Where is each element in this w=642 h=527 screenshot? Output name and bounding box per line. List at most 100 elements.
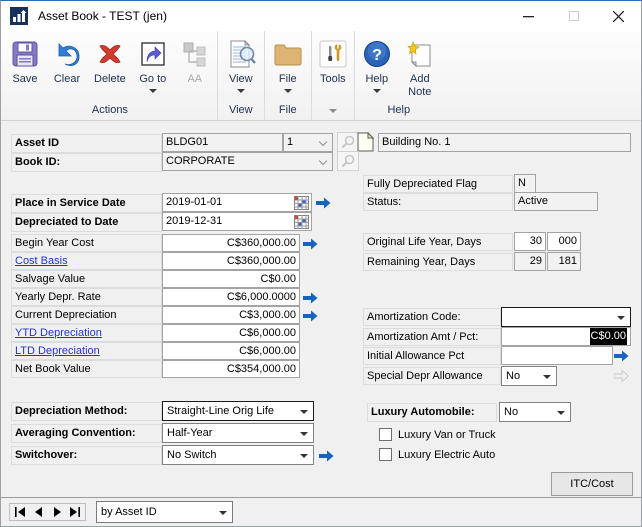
current-depreciation-field[interactable]: C$3,000.00 bbox=[162, 306, 300, 324]
lookup-icon bbox=[341, 135, 355, 149]
original-life-days-field[interactable]: 000 bbox=[547, 232, 581, 251]
depreciation-method-label: Depreciation Method: bbox=[11, 402, 162, 421]
toolbar-group-tools: Tools bbox=[312, 31, 355, 120]
maximize-button bbox=[551, 1, 596, 31]
salvage-value-field[interactable]: C$0.00 bbox=[162, 270, 300, 288]
depreciation-method-dropdown[interactable]: Straight-Line Orig Life bbox=[162, 401, 314, 421]
goto-button[interactable]: Go to bbox=[132, 34, 174, 93]
next-record-button[interactable] bbox=[49, 505, 64, 519]
previous-record-icon bbox=[35, 507, 43, 517]
net-book-value-label: Net Book Value bbox=[11, 360, 162, 378]
calendar-icon[interactable] bbox=[294, 196, 309, 212]
book-id-field[interactable]: CORPORATE bbox=[162, 152, 333, 171]
yearly-depr-rate-expansion-button[interactable] bbox=[301, 288, 320, 307]
close-button[interactable] bbox=[596, 1, 641, 31]
averaging-convention-value: Half-Year bbox=[167, 427, 212, 439]
selected-text: C$0.00 bbox=[590, 328, 627, 345]
calendar-icon[interactable] bbox=[294, 215, 309, 231]
special-depr-expansion-button-disabled bbox=[612, 366, 631, 385]
asset-description-field[interactable]: Building No. 1 bbox=[378, 133, 631, 152]
fully-depreciated-flag-field: N bbox=[514, 174, 536, 193]
begin-year-cost-expansion-button[interactable] bbox=[301, 234, 320, 253]
group-caption-help: Help bbox=[356, 103, 442, 120]
asset-id-field[interactable]: BLDG01 bbox=[162, 133, 283, 152]
org-chart-icon bbox=[180, 36, 210, 72]
dropdown-arrow-icon bbox=[300, 432, 308, 436]
title-bar: Asset Book - TEST (jen) bbox=[1, 1, 641, 31]
place-in-service-expansion-button[interactable] bbox=[314, 193, 333, 212]
fully-depreciated-flag-label: Fully Depreciated Flag bbox=[363, 175, 513, 193]
toolbar-group-help: ? Help Add Note bbox=[355, 31, 443, 120]
view-button[interactable]: View bbox=[219, 34, 263, 93]
book-id-lookup-button bbox=[337, 151, 359, 171]
file-button[interactable]: File bbox=[266, 34, 310, 93]
toolbar-group-actions: Save Clear Delete bbox=[3, 31, 218, 120]
previous-record-button[interactable] bbox=[31, 505, 46, 519]
dropdown-arrow-icon bbox=[219, 511, 227, 515]
averaging-convention-dropdown[interactable]: Half-Year bbox=[162, 423, 314, 443]
luxury-electric-auto-checkbox[interactable] bbox=[379, 448, 392, 461]
net-book-value-field[interactable]: C$354,000.00 bbox=[162, 360, 300, 378]
add-note-button[interactable]: Add Note bbox=[398, 34, 442, 99]
delete-button[interactable]: Delete bbox=[88, 34, 132, 86]
luxury-van-or-truck-checkbox[interactable] bbox=[379, 428, 392, 441]
cost-basis-field[interactable]: C$360,000.00 bbox=[162, 252, 300, 270]
cost-basis-link[interactable]: Cost Basis bbox=[15, 255, 68, 267]
status-field: Active bbox=[514, 192, 598, 211]
place-in-service-field[interactable]: 2019-01-01 bbox=[162, 193, 312, 212]
dropdown-arrow-icon bbox=[557, 411, 565, 415]
sort-by-dropdown[interactable]: by Asset ID bbox=[96, 501, 233, 523]
asset-id-label: Asset ID bbox=[11, 134, 162, 153]
save-button[interactable]: Save bbox=[4, 34, 46, 86]
switchover-value: No Switch bbox=[167, 449, 217, 461]
group-caption-tools[interactable] bbox=[313, 103, 353, 120]
luxury-automobile-dropdown[interactable]: No bbox=[499, 402, 571, 422]
initial-allowance-expansion-button[interactable] bbox=[612, 346, 631, 365]
initial-allowance-pct-field[interactable] bbox=[501, 346, 613, 365]
amortization-amt-field[interactable]: C$0.00 bbox=[501, 327, 631, 346]
asset-id-suffix-field[interactable]: 1 bbox=[283, 133, 333, 152]
initial-allowance-pct-label: Initial Allowance Pct bbox=[363, 347, 501, 365]
first-record-button[interactable] bbox=[13, 505, 28, 519]
tools-group-dropdown-icon bbox=[329, 109, 337, 113]
add-note-icon bbox=[405, 36, 435, 72]
luxury-van-or-truck-label: Luxury Van or Truck bbox=[398, 427, 496, 443]
switchover-label: Switchover: bbox=[11, 446, 162, 465]
view-icon bbox=[225, 36, 257, 72]
expansion-arrow-icon bbox=[614, 350, 629, 362]
switchover-expansion-button[interactable] bbox=[317, 446, 336, 465]
depreciated-to-field[interactable]: 2019-12-31 bbox=[162, 212, 312, 231]
help-button[interactable]: ? Help bbox=[356, 34, 398, 93]
original-life-years-field[interactable]: 30 bbox=[514, 232, 546, 251]
special-depr-allowance-dropdown[interactable]: No bbox=[501, 366, 557, 386]
amortization-amt-label: Amortization Amt / Pct: bbox=[363, 328, 501, 346]
record-navigation bbox=[9, 503, 86, 521]
switchover-dropdown[interactable]: No Switch bbox=[162, 445, 314, 465]
depreciation-method-value: Straight-Line Orig Life bbox=[167, 405, 274, 417]
depreciated-to-label: Depreciated to Date bbox=[11, 213, 162, 232]
tools-button[interactable]: Tools bbox=[313, 34, 353, 86]
help-dropdown-icon bbox=[373, 89, 381, 93]
place-in-service-label: Place in Service Date bbox=[11, 194, 162, 213]
tools-label: Tools bbox=[320, 73, 346, 86]
ytd-depreciation-link[interactable]: YTD Depreciation bbox=[15, 327, 102, 339]
begin-year-cost-field[interactable]: C$360,000.00 bbox=[162, 234, 300, 252]
help-label: Help bbox=[365, 73, 388, 86]
itc-cost-button[interactable]: ITC/Cost bbox=[551, 472, 633, 496]
current-depreciation-expansion-button[interactable] bbox=[301, 306, 320, 325]
amortization-code-dropdown[interactable] bbox=[501, 307, 631, 327]
yearly-depr-rate-field[interactable]: C$6,000.0000 bbox=[162, 288, 300, 306]
amortization-code-label: Amortization Code: bbox=[363, 308, 501, 326]
special-depr-allowance-label: Special Depr Allowance bbox=[363, 367, 501, 385]
aa-label: AA bbox=[187, 73, 202, 86]
expansion-arrow-icon bbox=[316, 197, 331, 209]
ltd-depreciation-link[interactable]: LTD Depreciation bbox=[15, 345, 100, 357]
ytd-depreciation-field[interactable]: C$6,000.00 bbox=[162, 324, 300, 342]
sort-by-value: by Asset ID bbox=[101, 506, 157, 518]
clear-button[interactable]: Clear bbox=[46, 34, 88, 86]
last-record-button[interactable] bbox=[67, 505, 82, 519]
note-icon[interactable] bbox=[357, 132, 374, 155]
depreciated-to-value: 2019-12-31 bbox=[166, 215, 222, 227]
minimize-button[interactable] bbox=[506, 1, 551, 31]
ltd-depreciation-field[interactable]: C$6,000.00 bbox=[162, 342, 300, 360]
